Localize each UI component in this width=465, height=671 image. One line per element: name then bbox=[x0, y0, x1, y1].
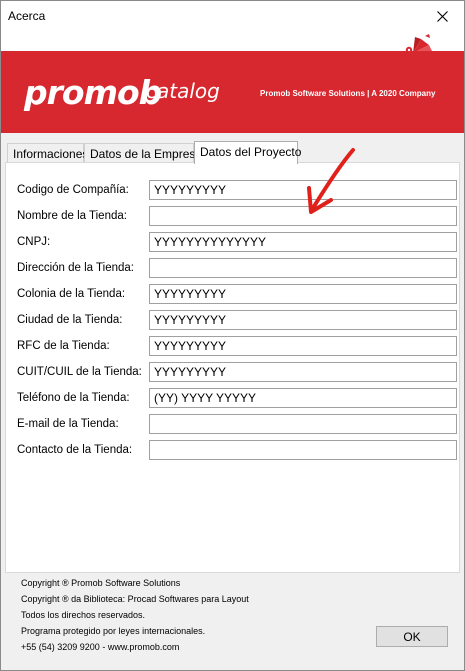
window-title: Acerca bbox=[8, 9, 46, 23]
field-label-direccion: Dirección de la Tienda: bbox=[17, 262, 134, 274]
footer-contact: +55 (54) 3209 9200 - www.promob.com bbox=[21, 642, 180, 652]
footer-protected: Programa protegido por leyes internacion… bbox=[21, 626, 206, 636]
company-tagline: Promob Software Solutions | A 2020 Compa… bbox=[260, 89, 436, 98]
ciudad-input[interactable] bbox=[149, 310, 457, 330]
field-label-email: E-mail de la Tienda: bbox=[17, 418, 119, 430]
project-data-panel: Codigo de Compañía: Nombre de la Tienda:… bbox=[5, 162, 460, 573]
colonia-input[interactable] bbox=[149, 284, 457, 304]
tab-datos-proyecto[interactable]: Datos del Proyecto bbox=[194, 141, 301, 164]
field-label-cnpj: CNPJ: bbox=[17, 236, 51, 248]
ok-button[interactable]: OK bbox=[376, 626, 448, 647]
close-icon bbox=[436, 10, 448, 22]
tab-informaciones[interactable]: Informaciones bbox=[7, 143, 88, 163]
cnpj-input[interactable] bbox=[149, 232, 457, 252]
field-label-nombre: Nombre de la Tienda: bbox=[17, 210, 127, 222]
field-label-colonia: Colonia de la Tienda: bbox=[17, 288, 126, 300]
red-arrow-icon bbox=[307, 148, 355, 214]
promob-logo: promob bbox=[24, 73, 162, 112]
about-dialog: Acerca promob catalog Promob Software So… bbox=[0, 0, 465, 671]
rfc-input[interactable] bbox=[149, 336, 457, 356]
cuit-input[interactable] bbox=[149, 362, 457, 382]
contacto-input[interactable] bbox=[149, 440, 457, 460]
footer-copyright-2: Copyright ® da Biblioteca: Procad Softwa… bbox=[21, 594, 249, 604]
brand-banner: promob catalog Promob Software Solutions… bbox=[1, 31, 464, 133]
banner-red-band: promob catalog Promob Software Solutions… bbox=[1, 51, 464, 133]
footer-copyright-1: Copyright ® Promob Software Solutions bbox=[21, 578, 181, 588]
field-label-ciudad: Ciudad de la Tienda: bbox=[17, 314, 123, 326]
field-label-cuit: CUIT/CUIL de la Tienda: bbox=[17, 366, 142, 378]
close-button[interactable] bbox=[420, 1, 464, 31]
field-label-telefono: Teléfono de la Tienda: bbox=[17, 392, 130, 404]
email-input[interactable] bbox=[149, 414, 457, 434]
telefono-input[interactable] bbox=[149, 388, 457, 408]
field-label-codigo: Codigo de Compañía: bbox=[17, 184, 129, 196]
field-label-rfc: RFC de la Tienda: bbox=[17, 340, 110, 352]
direccion-input[interactable] bbox=[149, 258, 457, 278]
catalog-logo: catalog bbox=[146, 79, 220, 103]
field-label-contacto: Contacto de la Tienda: bbox=[17, 444, 133, 456]
footer-rights: Todos los direchos reservados. bbox=[21, 610, 146, 620]
tab-datos-empresa[interactable]: Datos de la Empresa bbox=[84, 143, 202, 163]
title-bar: Acerca bbox=[1, 1, 464, 31]
